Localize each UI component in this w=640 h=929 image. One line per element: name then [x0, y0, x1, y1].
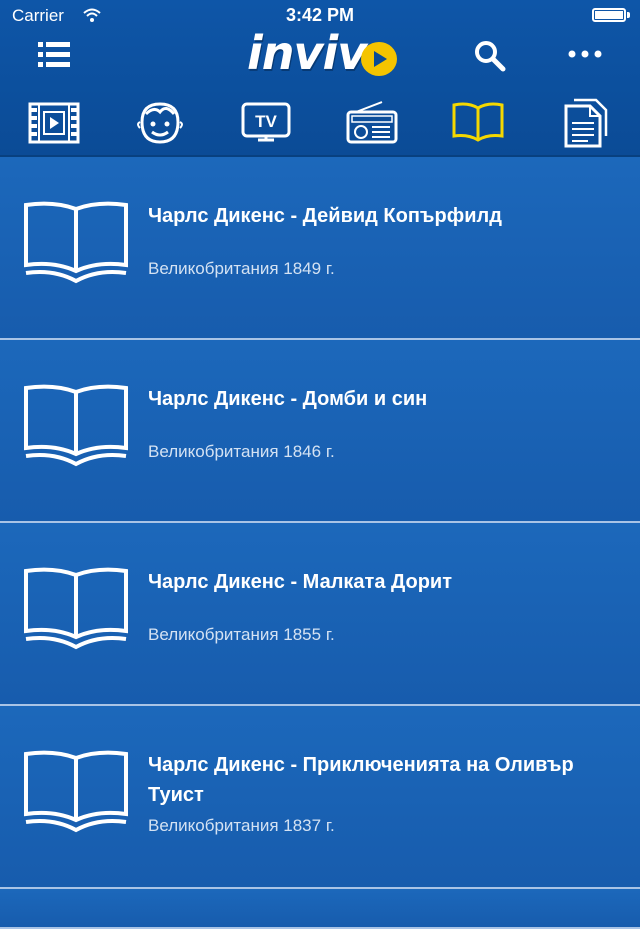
menu-icon[interactable]	[36, 38, 74, 72]
tv-icon[interactable]: TV	[236, 96, 296, 148]
item-title: Чарлс Дикенс - Приключенията на Оливър Т…	[148, 754, 574, 806]
battery-tip	[627, 12, 630, 18]
item-title: Чарлс Дикенс - Дейвид Копърфилд	[148, 205, 502, 227]
logo-text: inviv	[247, 26, 367, 80]
list-item[interactable]: Чарлс Дикенс - Малката Дорит Великобрита…	[0, 523, 640, 706]
book-list: Чарлс Дикенс - Дейвид Копърфилд Великобр…	[0, 157, 640, 929]
more-icon[interactable]	[566, 44, 606, 64]
battery-icon	[592, 8, 626, 22]
book-icon[interactable]	[448, 96, 508, 148]
item-subtitle: Великобритания 1837 г.	[148, 816, 335, 835]
radio-icon[interactable]	[342, 96, 402, 148]
list-item[interactable]: Чарлс Дикенс - Дейвид Копърфилд Великобр…	[0, 157, 640, 340]
category-bar: TV	[0, 92, 640, 152]
app-header: Carrier 3:42 PM inviv TV	[0, 0, 640, 157]
logo-play-icon	[361, 42, 397, 76]
book-icon	[24, 750, 128, 833]
item-subtitle: Великобритания 1855 г.	[148, 625, 335, 644]
list-item[interactable]: Чарлс Дикенс - Домби и син Великобритани…	[0, 340, 640, 523]
item-subtitle: Великобритания 1846 г.	[148, 442, 335, 461]
book-icon	[24, 567, 128, 650]
list-item[interactable]: Чарлс Дикенс - Приключенията на Оливър Т…	[0, 706, 640, 889]
svg-text:TV: TV	[255, 112, 277, 131]
documents-icon[interactable]	[556, 96, 616, 148]
search-icon[interactable]	[470, 36, 510, 76]
book-icon	[24, 384, 128, 467]
item-title: Чарлс Дикенс - Малката Дорит	[148, 571, 453, 593]
item-title: Чарлс Дикенс - Домби и син	[148, 388, 428, 410]
book-icon	[24, 201, 128, 284]
item-subtitle: Великобритания 1849 г.	[148, 259, 335, 278]
nav-bar: inviv	[0, 26, 640, 92]
kid-face-icon[interactable]	[130, 96, 190, 148]
app-logo: inviv	[247, 26, 407, 88]
list-item-partial[interactable]	[0, 889, 640, 929]
status-time: 3:42 PM	[285, 5, 355, 25]
film-icon[interactable]	[24, 96, 84, 148]
